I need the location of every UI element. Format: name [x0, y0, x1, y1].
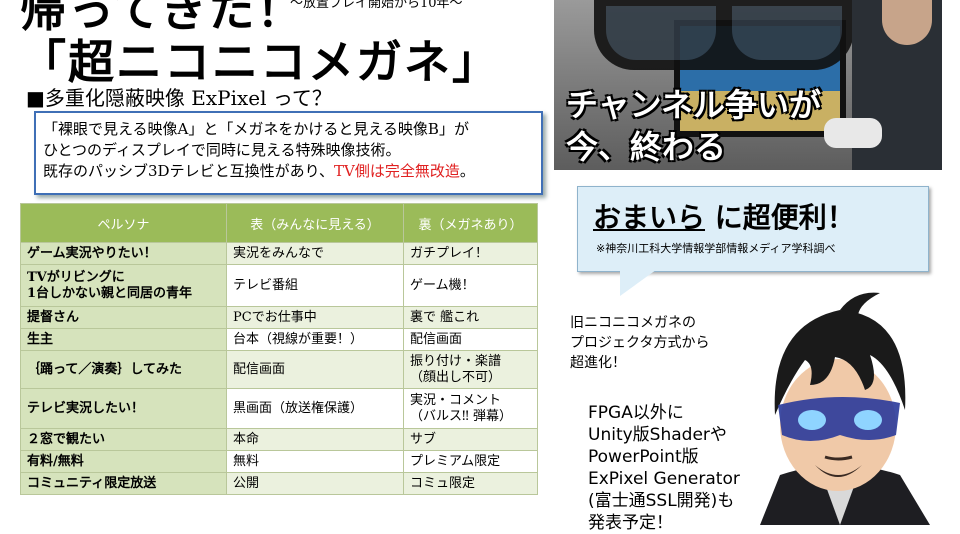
old-note-line: 旧ニコニコメガネの: [570, 315, 696, 331]
persona-cell: ゲーム実況やりたい！: [20, 242, 227, 265]
persona-cell: ｛踊って／演奏｝してみた: [20, 350, 227, 389]
front-cell: 実況をみんなで: [226, 242, 404, 265]
back-cell: 配信画面: [403, 328, 538, 351]
persona-cell: 提督さん: [20, 306, 227, 329]
table-row: 有料/無料 無料 プレミアム限定: [20, 450, 538, 473]
fpga-note-line: 発表予定！: [588, 513, 673, 533]
description-highlight: TV側は完全無改造: [333, 162, 460, 180]
table-row: TVがリビングに 1台しかない親と同居の青年 テレビ番組 ゲーム機！: [20, 264, 538, 307]
back-cell: ガチプレイ！: [403, 242, 538, 265]
persona-cell: 生主: [20, 328, 227, 351]
table-row: コミュニティ限定放送 公開 コミュ限定: [20, 472, 538, 495]
fpga-note-line: Unity版Shaderや: [588, 425, 727, 445]
section-heading: ■多重化隠蔽映像 ExPixel って？: [26, 86, 332, 110]
callout-note: ※神奈川工科大学情報学部情報メディア学科調べ: [596, 242, 836, 255]
callout-heading-rest: に超便利！: [705, 201, 855, 234]
table-row: ｛踊って／演奏｝してみた 配信画面 振り付け・楽譜 （顔出し不可）: [20, 350, 538, 389]
callout-heading-emphasis: おまいら: [593, 201, 706, 234]
fpga-note-line: FPGA以外に: [588, 403, 684, 423]
photo-caption-line-1: チャンネル争いが: [566, 86, 822, 124]
persona-cell: TVがリビングに 1台しかない親と同居の青年: [20, 264, 227, 307]
mascot-illustration: [760, 292, 930, 525]
header-front: 表（みんなに見える）: [226, 203, 404, 243]
persona-cell: 有料/無料: [20, 450, 227, 473]
front-cell: 台本（視線が重要！）: [226, 328, 404, 351]
old-note-line: 超進化！: [570, 355, 626, 371]
back-cell: プレミアム限定: [403, 450, 538, 473]
callout-heading: おまいら に超便利！: [593, 196, 855, 236]
description-box: 「裸眼で見える映像A」と「メガネをかけると見える映像B」が ひとつのディスプレイ…: [34, 111, 543, 195]
header-back: 裏（メガネあり）: [403, 203, 538, 243]
table-row: ゲーム実況やりたい！ 実況をみんなで ガチプレイ！: [20, 242, 538, 265]
description-line-1: 「裸眼で見える映像A」と「メガネをかけると見える映像B」が: [43, 120, 469, 138]
table-row: 提督さん PCでお仕事中 裏で 艦これ: [20, 306, 538, 329]
front-cell: 無料: [226, 450, 404, 473]
back-cell: コミュ限定: [403, 472, 538, 495]
persona-cell: コミュニティ限定放送: [20, 472, 227, 495]
old-note-line: プロジェクタ方式から: [570, 335, 710, 351]
back-cell: 裏で 艦これ: [403, 306, 538, 329]
front-cell: テレビ番組: [226, 264, 404, 307]
table-row: 生主 台本（視線が重要！） 配信画面: [20, 328, 538, 351]
description-line-3: 既存のパッシブ3Dテレビと互換性があり、TV側は完全無改造。: [36, 161, 541, 182]
callout-tail: [620, 270, 656, 296]
back-cell: サブ: [403, 428, 538, 451]
fpga-note-line: ExPixel Generator: [588, 469, 740, 489]
table-header-row: ペルソナ 表（みんなに見える） 裏（メガネあり）: [20, 203, 538, 243]
fpga-note: FPGA以外に Unity版Shaderや PowerPoint版 ExPixe…: [588, 402, 740, 534]
front-cell: 黒画面（放送権保護）: [226, 388, 404, 429]
back-cell: 実況・コメント （バルス‼ 弾幕）: [403, 388, 538, 429]
fpga-note-line: PowerPoint版: [588, 447, 699, 467]
front-cell: 配信画面: [226, 350, 404, 389]
back-cell: ゲーム機！: [403, 264, 538, 307]
glasses-icon: [594, 0, 854, 70]
photo-caption-line-2: 今、終わる: [566, 128, 727, 166]
front-cell: 本命: [226, 428, 404, 451]
table-row: ２窓で観たい 本命 サブ: [20, 428, 538, 451]
front-cell: 公開: [226, 472, 404, 495]
persona-table: ペルソナ 表（みんなに見える） 裏（メガネあり） ゲーム実況やりたい！ 実況をみん…: [20, 203, 538, 495]
description-line-3-end: 。: [459, 162, 475, 180]
back-cell: 振り付け・楽譜 （顔出し不可）: [403, 350, 538, 389]
old-glasses-note: 旧ニコニコメガネの プロジェクタ方式から 超進化！: [570, 313, 709, 373]
front-cell: PCでお仕事中: [226, 306, 404, 329]
game-controller-icon: [824, 118, 882, 148]
persona-cell: ２窓で観たい: [20, 428, 227, 451]
persona-cell: テレビ実況したい！: [20, 388, 227, 429]
title-note: 〜放置プレイ開始から10年〜: [290, 0, 463, 11]
fpga-note-line: (富士通SSL開発)も: [588, 491, 735, 511]
header-persona: ペルソナ: [20, 203, 227, 243]
description-line-2: ひとつのディスプレイで同時に見える特殊映像技術。: [43, 141, 401, 159]
description-line-3-text: 既存のパッシブ3Dテレビと互換性があり、: [43, 162, 334, 180]
table-row: テレビ実況したい！ 黒画面（放送権保護） 実況・コメント （バルス‼ 弾幕）: [20, 388, 538, 429]
